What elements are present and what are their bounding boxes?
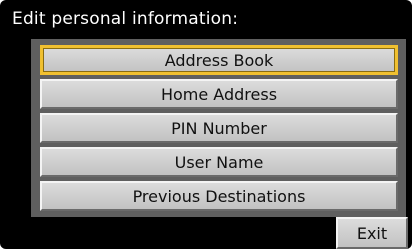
menu-item-previous-destinations[interactable]: Previous Destinations <box>40 181 398 211</box>
menu-item-address-book[interactable]: Address Book <box>40 45 398 75</box>
nav-screen: Edit personal information: Address Book … <box>0 0 412 249</box>
screen-title: Edit personal information: <box>12 9 239 29</box>
menu-item-user-name[interactable]: User Name <box>40 147 398 177</box>
menu-item-home-address[interactable]: Home Address <box>40 79 398 109</box>
menu-item-pin-number[interactable]: PIN Number <box>40 113 398 143</box>
exit-button[interactable]: Exit <box>336 217 408 249</box>
